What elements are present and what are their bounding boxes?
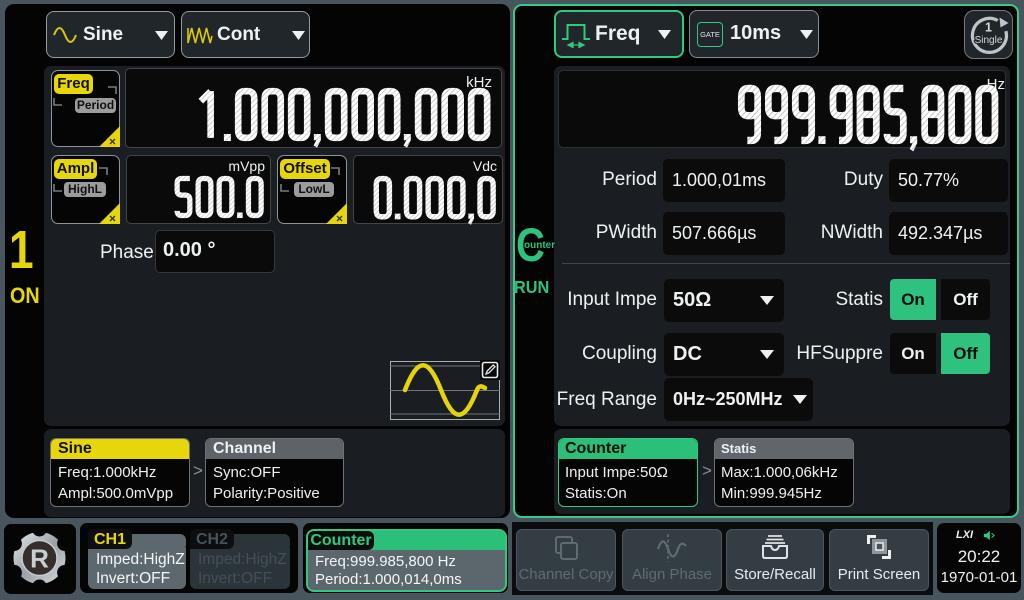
svg-text:Single: Single	[975, 35, 1003, 46]
svg-text:R: R	[30, 544, 49, 574]
svg-text:1: 1	[985, 21, 992, 35]
